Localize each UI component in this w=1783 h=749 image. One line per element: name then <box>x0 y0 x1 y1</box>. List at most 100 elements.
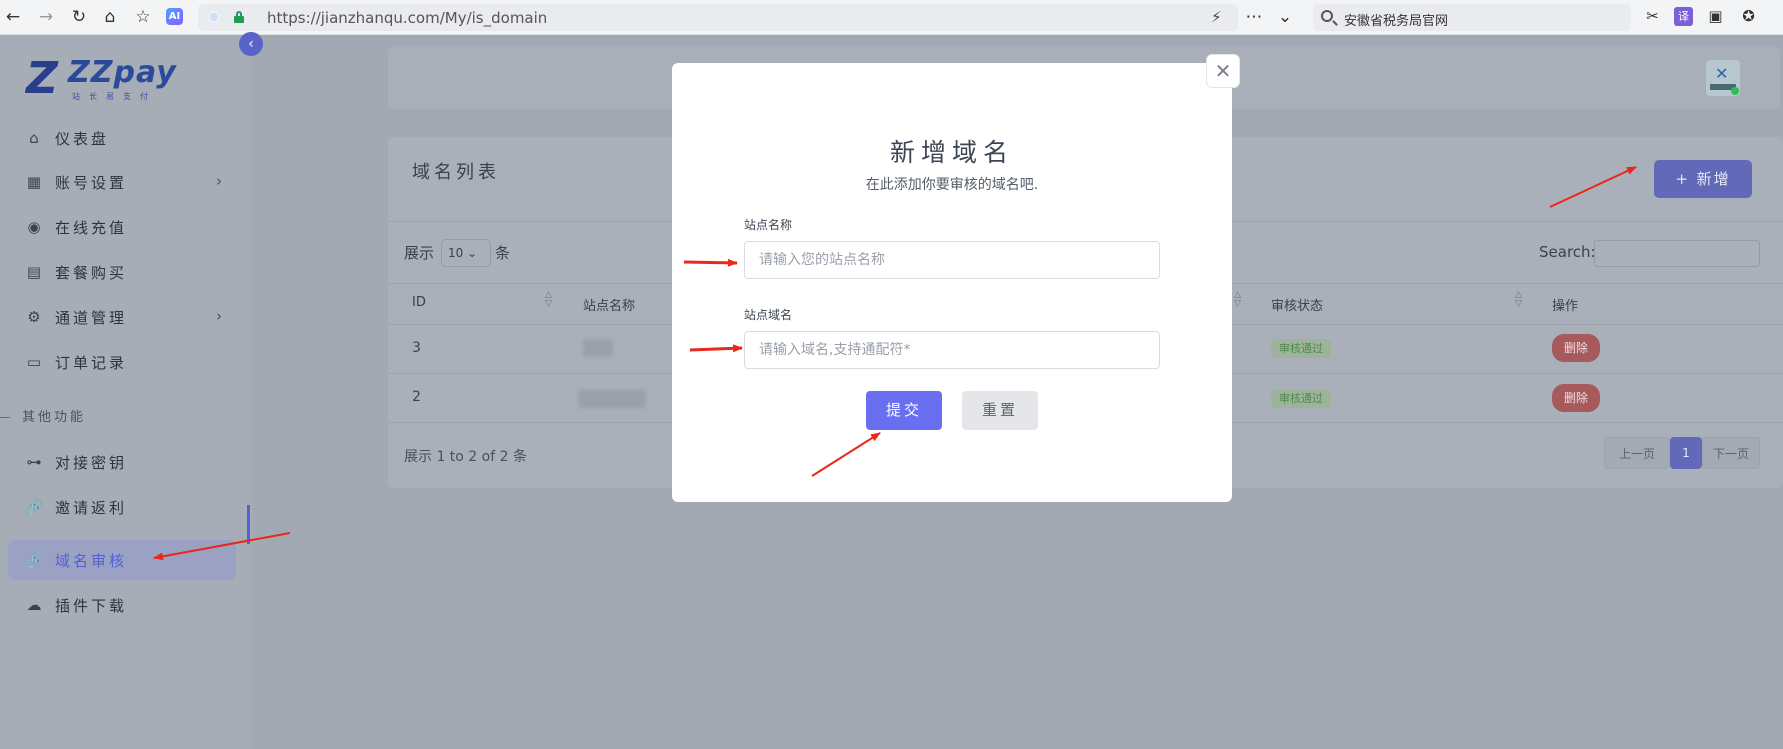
status-badge: 审核通过 <box>1271 339 1331 358</box>
reload-icon[interactable]: ↻ <box>68 6 90 28</box>
sidebar-item-api-key[interactable]: ⊶ 对接密钥 <box>8 442 236 482</box>
sidebar-item-label: 插件下载 <box>55 597 128 615</box>
star-icon[interactable]: ☆ <box>132 6 154 28</box>
wallet-icon: ▭ <box>26 353 42 371</box>
sort-icon[interactable]: △ ▽ <box>545 291 552 309</box>
delete-button[interactable]: 删除 <box>1552 334 1600 362</box>
back-icon[interactable]: ← <box>2 6 24 28</box>
home-icon: ⌂ <box>29 129 39 147</box>
more-icon[interactable]: ⋯ <box>1243 6 1265 28</box>
camera-icon: ◉ <box>27 218 41 236</box>
chevron-down-icon: ⌄ <box>463 246 478 260</box>
puzzle-icon[interactable]: ✪ <box>1739 7 1758 26</box>
modal-subtitle: 在此添加你要审核的域名吧. <box>865 177 1039 193</box>
page-size-unit: 条 <box>495 244 511 262</box>
link-icon: 🔗 <box>25 498 44 516</box>
submit-button[interactable]: 提交 <box>866 391 942 430</box>
sidebar-section-label: 其他功能 <box>0 406 86 425</box>
reset-button[interactable]: 重置 <box>962 391 1038 430</box>
sidebar-item-label: 账号设置 <box>55 174 128 192</box>
table-cell-id: 3 <box>412 340 421 356</box>
avatar[interactable]: ✕ <box>1706 60 1740 96</box>
column-header-site-name[interactable]: 站点名称 <box>583 295 635 314</box>
sidebar-item-package[interactable]: ▤ 套餐购买 <box>8 252 236 292</box>
logo[interactable]: Z ZZpay 站长易支付 <box>26 53 176 107</box>
sidebar-item-label: 在线充值 <box>55 219 128 237</box>
sidebar-item-dashboard[interactable]: ⌂ 仪表盘 <box>8 118 236 158</box>
add-domain-modal: 新增域名 在此添加你要审核的域名吧. 站点名称 请输入您的站点名称 站点域名 请… <box>672 63 1232 502</box>
reader-icon[interactable]: ▣ <box>1706 7 1725 26</box>
address-bar[interactable]: https://jianzhanqu.com/My/is_domain ⚡ <box>198 4 1238 31</box>
sidebar-item-domain-review[interactable]: 🔗 域名审核 <box>8 540 236 580</box>
table-info: 展示 1 to 2 of 2 条 <box>404 449 527 465</box>
logo-name: ZZpay <box>68 55 177 90</box>
card-title: 域名列表 <box>412 162 500 183</box>
prev-page-button[interactable]: 上一页 <box>1604 437 1670 469</box>
lock-icon <box>234 11 244 23</box>
sidebar-item-label: 邀请返利 <box>55 499 128 517</box>
scissors-icon[interactable]: ✂ <box>1643 7 1662 26</box>
blurred-site-name <box>583 339 613 357</box>
avatar-logo-icon: ✕ <box>1715 64 1729 83</box>
logo-mark: Z <box>26 53 58 104</box>
site-domain-input[interactable]: 请输入域名,支持通配符* <box>744 331 1160 369</box>
page-button-current[interactable]: 1 <box>1670 437 1702 469</box>
add-domain-button[interactable]: + 新增 <box>1654 160 1752 198</box>
page-size-label: 展示 <box>404 244 435 262</box>
blurred-site-name <box>578 390 646 408</box>
logo-subtitle: 站长易支付 <box>72 92 157 101</box>
chevron-right-icon: › <box>216 172 222 190</box>
sidebar-item-account[interactable]: ▦ 账号设置 › <box>8 162 236 202</box>
browser-search-field[interactable]: 安徽省税务局官网 <box>1313 4 1631 31</box>
chevron-down-icon[interactable]: ⌄ <box>1274 6 1296 28</box>
sidebar-item-label: 通道管理 <box>55 309 128 327</box>
table-cell-id: 2 <box>412 389 421 405</box>
site-name-input[interactable]: 请输入您的站点名称 <box>744 241 1160 279</box>
translate-icon[interactable]: 译 <box>1674 7 1693 26</box>
sidebar-item-label: 订单记录 <box>55 354 128 372</box>
site-name-label: 站点名称 <box>744 218 793 232</box>
column-header-status[interactable]: 审核状态 <box>1271 295 1323 314</box>
active-indicator <box>247 505 250 544</box>
status-badge: 审核通过 <box>1271 389 1331 408</box>
forward-icon[interactable]: → <box>35 6 57 28</box>
sidebar-item-plugin-download[interactable]: ☁ 插件下载 <box>8 585 236 625</box>
sidebar-item-label: 域名审核 <box>55 552 128 570</box>
browser-toolbar: ← → ↻ ⌂ ☆ AI https://jianzhanqu.com/My/i… <box>0 0 1783 35</box>
close-icon[interactable]: ✕ <box>1206 54 1240 88</box>
home-icon[interactable]: ⌂ <box>99 6 121 28</box>
table-search-input[interactable] <box>1594 240 1760 267</box>
cloud-download-icon: ☁ <box>26 596 42 614</box>
page-size-select[interactable]: 10 ⌄ <box>441 239 491 267</box>
sidebar-item-channel[interactable]: ⚙ 通道管理 › <box>8 297 236 337</box>
search-label: Search: <box>1539 243 1596 261</box>
online-status-icon <box>1731 87 1739 95</box>
browser-search-text: 安徽省税务局官网 <box>1344 14 1449 29</box>
sidebar-item-recharge[interactable]: ◉ 在线充值 <box>8 207 236 247</box>
site-info-icon[interactable] <box>208 11 220 23</box>
key-icon: ⊶ <box>26 453 42 471</box>
search-icon <box>1321 10 1333 22</box>
ai-icon[interactable]: AI <box>166 8 183 25</box>
url-text[interactable]: https://jianzhanqu.com/My/is_domain <box>267 9 547 27</box>
column-header-id[interactable]: ID <box>412 295 426 310</box>
page-size-value: 10 <box>448 246 464 260</box>
account-icon: ▦ <box>26 173 42 191</box>
link-icon: 🔗 <box>25 551 44 569</box>
lightning-icon[interactable]: ⚡ <box>1211 8 1222 26</box>
bag-icon: ▤ <box>26 263 42 281</box>
sort-icon[interactable]: △ ▽ <box>1515 291 1522 309</box>
chevron-right-icon: › <box>216 307 222 325</box>
site-domain-label: 站点域名 <box>744 308 793 322</box>
column-header-action[interactable]: 操作 <box>1552 295 1578 314</box>
sort-icon[interactable]: △ ▽ <box>1234 291 1241 309</box>
next-page-button[interactable]: 下一页 <box>1702 437 1760 469</box>
sidebar-item-invite[interactable]: 🔗 邀请返利 <box>8 487 236 527</box>
sidebar-item-label: 对接密钥 <box>55 454 128 472</box>
sidebar-item-orders[interactable]: ▭ 订单记录 <box>8 342 236 382</box>
collapse-sidebar-button[interactable]: ‹ <box>239 32 263 56</box>
sidebar-item-label: 套餐购买 <box>55 264 128 282</box>
gear-icon: ⚙ <box>27 308 41 326</box>
sidebar: Z ZZpay 站长易支付 ⌂ 仪表盘 ▦ 账号设置 › ◉ 在线充值 ▤ 套餐… <box>0 35 252 749</box>
delete-button[interactable]: 删除 <box>1552 384 1600 412</box>
